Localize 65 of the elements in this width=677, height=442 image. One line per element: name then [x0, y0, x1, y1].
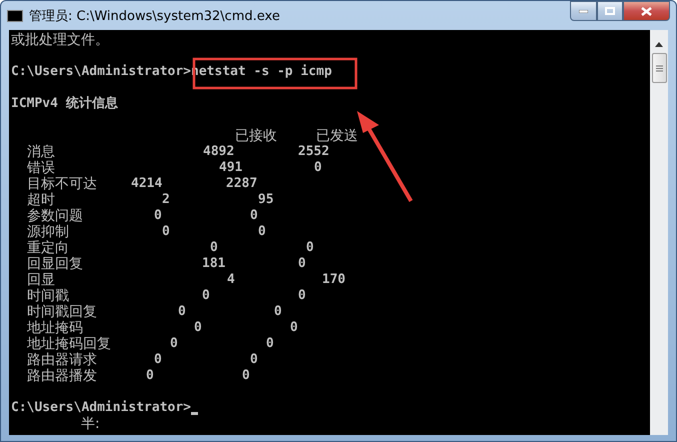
stat-label: 源抑制: [27, 224, 69, 240]
sent-count: 2287: [226, 176, 258, 192]
window-title: 管理员: C:\Windows\system32\cmd.exe: [29, 8, 281, 24]
received-count: 0: [154, 208, 162, 224]
received-count: 491: [219, 160, 242, 176]
command-prompt: C:\Users\Administrator>: [11, 400, 192, 416]
column-header: 已接收: [235, 128, 277, 144]
scroll-thumb[interactable]: [652, 53, 666, 83]
stat-label: 路由器播发: [27, 368, 97, 384]
console-heading: ICMPv4 统计信息: [11, 96, 118, 112]
close-button[interactable]: [623, 1, 670, 21]
received-count: 0: [210, 240, 218, 256]
ime-status: 半:: [81, 416, 100, 432]
grip-icon: [656, 64, 662, 72]
sent-count: 170: [322, 272, 346, 288]
maximize-button[interactable]: [597, 1, 623, 21]
stat-label: 超时: [27, 192, 55, 208]
sent-count: 95: [258, 192, 274, 208]
sent-count: 0: [250, 208, 258, 224]
sent-count: 0: [266, 336, 274, 352]
maximize-icon: [605, 7, 615, 15]
received-count: 0: [194, 320, 202, 336]
sent-count: 0: [298, 256, 306, 272]
received-count: 0: [146, 368, 154, 384]
stat-label: 时间戳: [27, 288, 69, 304]
received-count: 4892: [203, 144, 234, 160]
stat-label: 回显回复: [27, 256, 83, 272]
sent-count: 0: [250, 352, 258, 368]
sent-count: 0: [314, 160, 322, 176]
sent-count: 0: [242, 368, 250, 384]
received-count: 0: [178, 304, 186, 320]
received-count: 0: [162, 224, 170, 240]
sent-count: 0: [306, 240, 314, 256]
received-count: 4: [227, 272, 235, 288]
stat-label: 地址掩码: [27, 320, 83, 336]
stat-label: 时间戳回复: [27, 304, 97, 320]
scroll-up-icon: [655, 42, 663, 47]
stat-label: 重定向: [27, 240, 69, 256]
sent-count: 0: [290, 320, 298, 336]
scrollbar[interactable]: [650, 30, 668, 435]
console-app-icon: [7, 10, 23, 22]
sent-count: 0: [274, 304, 282, 320]
column-header: 已发送: [316, 128, 358, 144]
close-icon: [641, 6, 652, 16]
stat-label: 回显: [27, 272, 55, 288]
stat-label: 消息: [27, 144, 55, 160]
sent-count: 0: [258, 224, 266, 240]
sent-count: 2552: [298, 144, 330, 160]
command-prompt: C:\Users\Administrator>: [11, 64, 192, 80]
received-count: 4214: [131, 176, 162, 192]
stat-label: 地址掩码回复: [27, 336, 111, 352]
console-text: 或批处理文件。: [11, 32, 109, 48]
sent-count: 0: [298, 288, 306, 304]
received-count: 2: [162, 192, 170, 208]
received-count: 0: [154, 352, 162, 368]
stat-label: 参数问题: [27, 208, 83, 224]
minimize-icon: [579, 10, 588, 12]
minimize-button[interactable]: [570, 1, 597, 21]
stat-label: 目标不可达: [27, 176, 97, 192]
stat-label: 错误: [27, 160, 55, 176]
received-count: 0: [202, 288, 210, 304]
stat-label: 路由器请求: [27, 352, 97, 368]
received-count: 181: [202, 256, 226, 272]
received-count: 0: [170, 336, 178, 352]
cursor-icon: [191, 412, 198, 414]
